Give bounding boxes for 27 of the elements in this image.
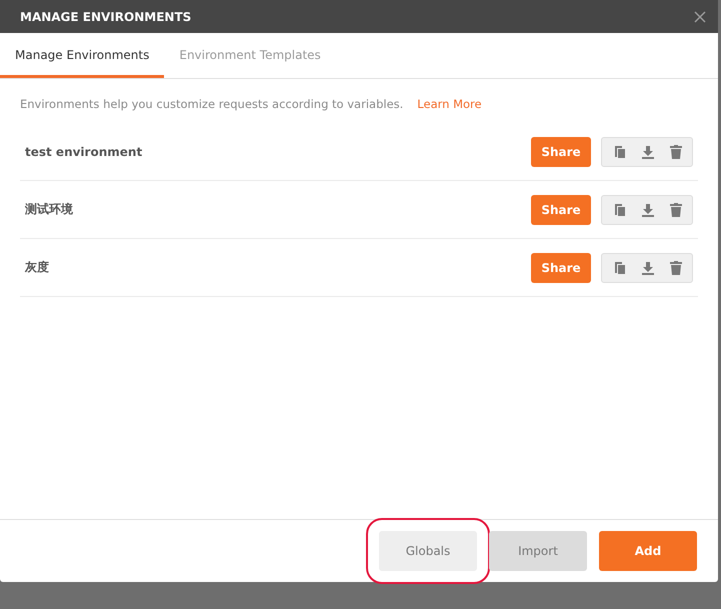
download-icon[interactable] — [640, 202, 656, 218]
environment-row[interactable]: 灰度 Share — [20, 239, 698, 297]
copy-icon[interactable] — [612, 144, 628, 160]
share-button[interactable]: Share — [531, 252, 591, 282]
description-text: Environments help you customize requests according to variables. — [20, 97, 404, 111]
environment-name: 灰度 — [25, 259, 49, 276]
download-icon[interactable] — [640, 260, 656, 276]
share-button[interactable]: Share — [531, 194, 591, 224]
trash-icon[interactable] — [668, 260, 684, 276]
tab[interactable]: Manage Environments — [0, 34, 164, 78]
tab[interactable]: Environment Templates — [164, 34, 336, 78]
environment-row[interactable]: 测试环境 Share — [20, 181, 698, 239]
trash-icon[interactable] — [668, 202, 684, 218]
close-icon[interactable] — [694, 10, 706, 22]
environment-row[interactable]: test environment Share — [20, 123, 698, 181]
environment-name: test environment — [25, 144, 142, 158]
window-title: MANAGE ENVIRONMENTS — [20, 10, 192, 24]
add-button[interactable]: Add — [599, 531, 697, 571]
footer-button[interactable]: Globals — [379, 531, 477, 571]
trash-icon[interactable] — [668, 144, 684, 160]
share-button[interactable]: Share — [531, 136, 591, 166]
footer-button[interactable]: Import — [489, 531, 587, 571]
learn-more-link[interactable]: Learn More — [417, 97, 482, 111]
copy-icon[interactable] — [612, 202, 628, 218]
download-icon[interactable] — [640, 144, 656, 160]
copy-icon[interactable] — [612, 260, 628, 276]
environment-name: 测试环境 — [25, 201, 73, 218]
